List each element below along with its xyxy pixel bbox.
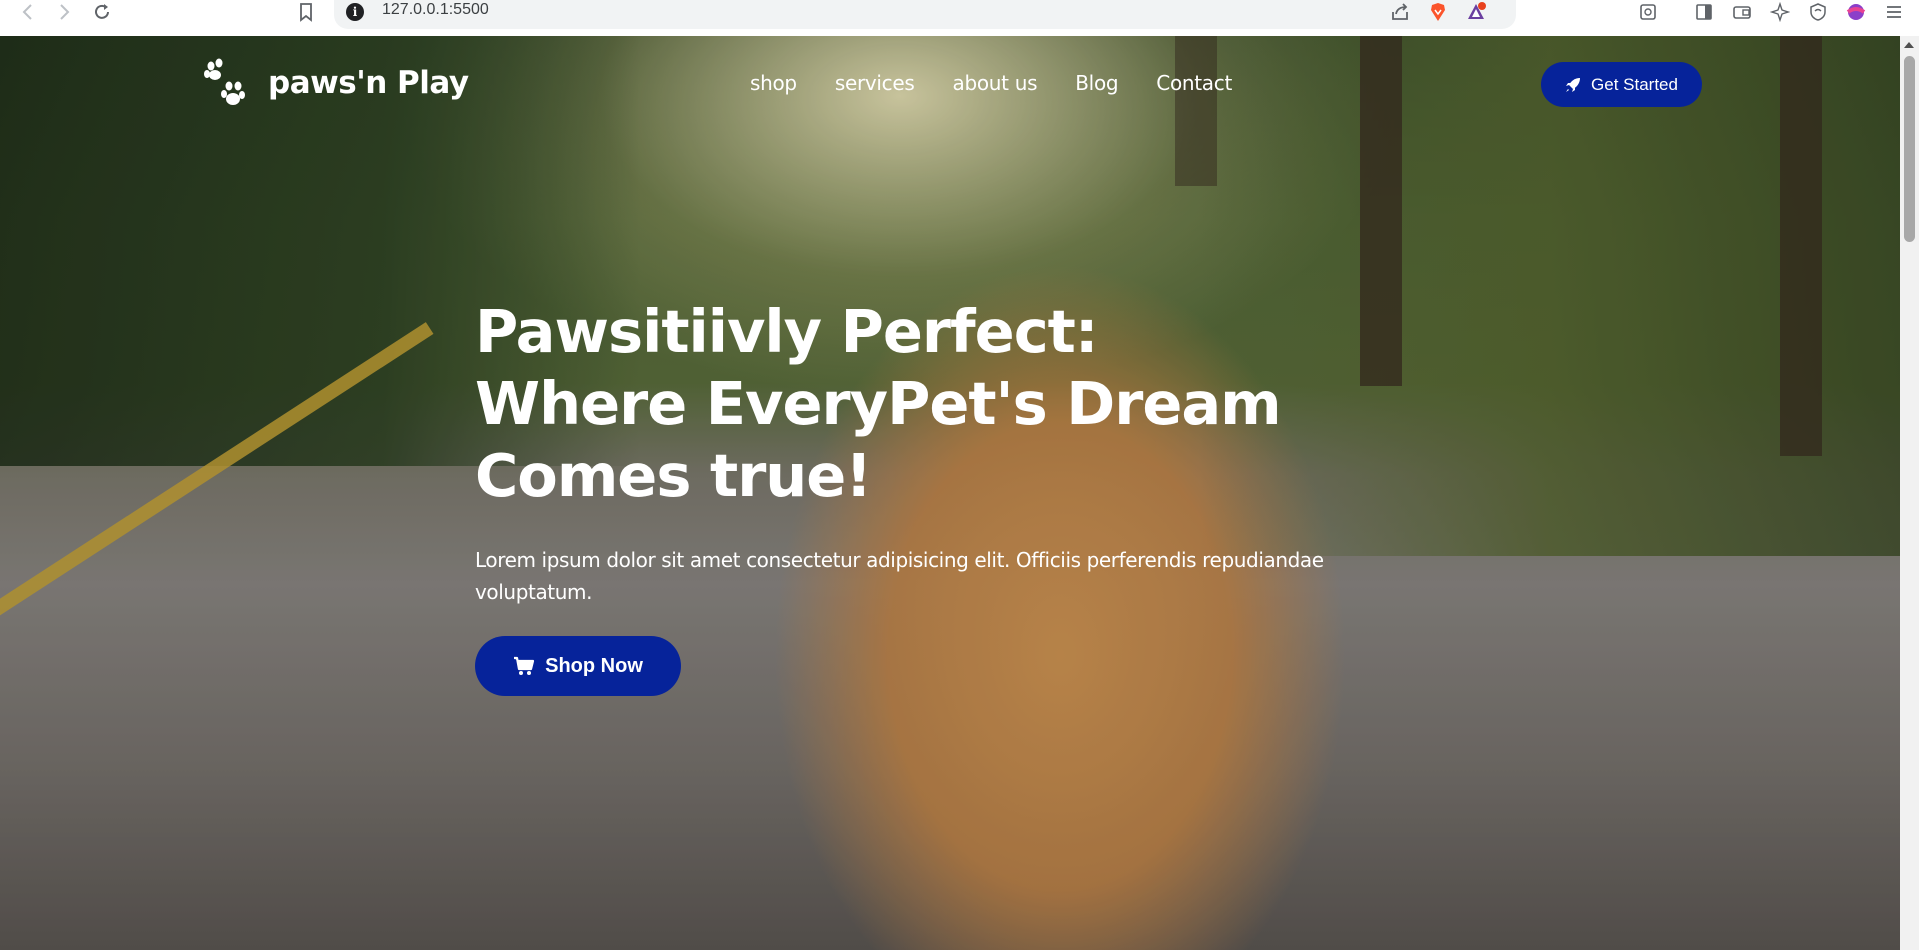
profile-icon[interactable] — [1844, 0, 1868, 24]
leo-ai-icon[interactable] — [1768, 0, 1792, 24]
scrollbar-thumb[interactable] — [1904, 56, 1915, 242]
main-navigation: shop services about us Blog Contact — [750, 71, 1232, 95]
shop-now-button[interactable]: Shop Now — [475, 636, 681, 696]
address-bar[interactable]: i 127.0.0.1:5500 — [334, 0, 1516, 29]
site-header: paws'n Play shop services about us Blog … — [0, 36, 1900, 132]
nav-link-about-us[interactable]: about us — [953, 71, 1038, 95]
hero-title-line: Pawsitiivly Perfect: — [475, 297, 1098, 366]
brave-shield-icon[interactable] — [1426, 0, 1450, 24]
hero-title-line: Where EveryPet's Dream — [475, 369, 1282, 438]
vpn-icon[interactable] — [1806, 0, 1830, 24]
wallet-icon[interactable] — [1730, 0, 1754, 24]
hero-title: Pawsitiivly Perfect: Where EveryPet's Dr… — [475, 296, 1335, 512]
reader-mode-icon[interactable] — [1636, 0, 1660, 24]
nav-link-services[interactable]: services — [835, 71, 915, 95]
scroll-up-arrow-icon[interactable] — [1904, 42, 1914, 48]
back-icon[interactable] — [16, 0, 40, 24]
forward-icon[interactable] — [52, 0, 76, 24]
url-text[interactable]: 127.0.0.1:5500 — [382, 1, 489, 19]
hero-title-line: Comes true! — [475, 441, 872, 510]
site-logo[interactable]: paws'n Play — [202, 58, 469, 108]
get-started-button[interactable]: Get Started — [1541, 62, 1702, 107]
page-viewport: paws'n Play shop services about us Blog … — [0, 36, 1900, 950]
cart-icon — [514, 656, 535, 675]
nav-link-blog[interactable]: Blog — [1075, 71, 1118, 95]
logo-text: paws'n Play — [268, 65, 469, 101]
get-started-label: Get Started — [1591, 74, 1678, 94]
rocket-icon — [1566, 77, 1581, 92]
site-info-icon[interactable]: i — [346, 3, 364, 21]
nav-link-shop[interactable]: shop — [750, 71, 797, 95]
paw-icon — [202, 58, 246, 108]
reload-icon[interactable] — [90, 0, 114, 24]
menu-icon[interactable] — [1882, 0, 1906, 24]
brave-rewards-icon[interactable] — [1464, 0, 1488, 24]
vertical-scrollbar[interactable] — [1900, 36, 1919, 950]
nav-link-contact[interactable]: Contact — [1156, 71, 1232, 95]
browser-toolbar: i 127.0.0.1:5500 — [0, 0, 1919, 36]
share-icon[interactable] — [1388, 0, 1412, 24]
sidebar-icon[interactable] — [1692, 0, 1716, 24]
shop-now-label: Shop Now — [545, 654, 643, 677]
hero-subtitle: Lorem ipsum dolor sit amet consectetur a… — [475, 548, 1324, 604]
bookmark-icon[interactable] — [294, 0, 318, 24]
